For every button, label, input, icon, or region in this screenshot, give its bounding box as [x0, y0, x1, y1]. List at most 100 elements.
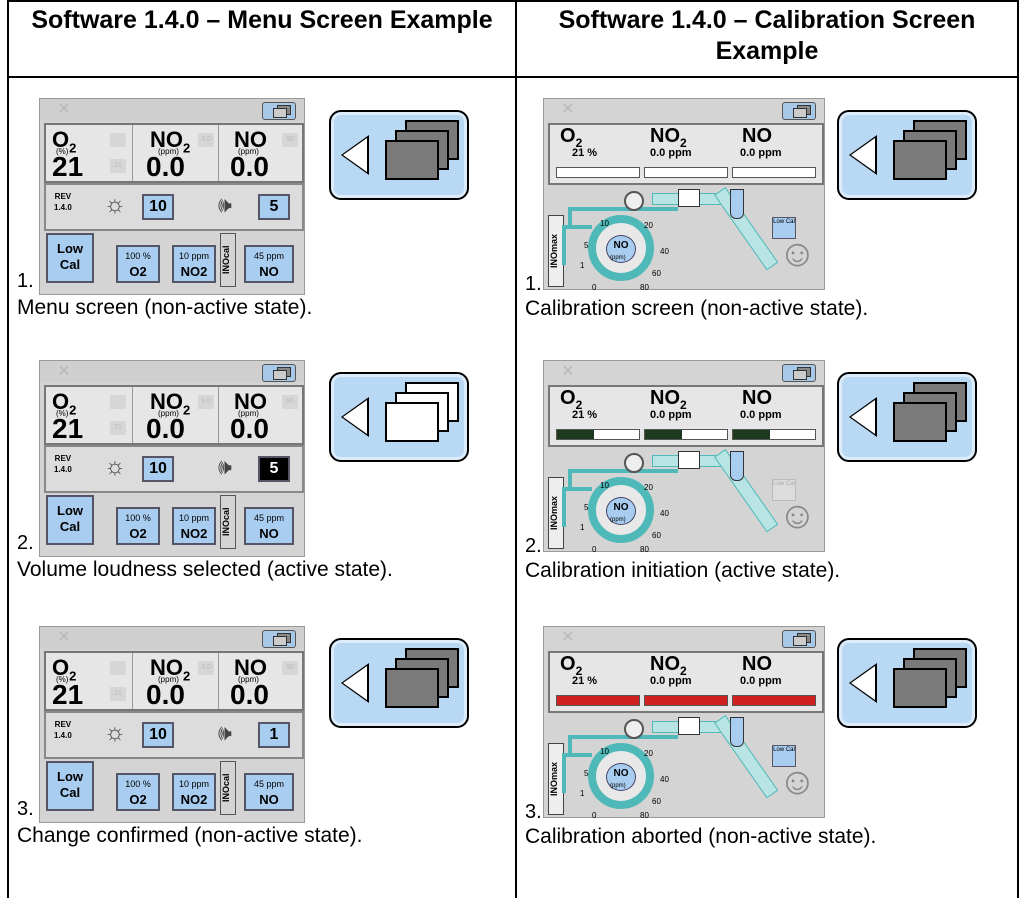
low-cal-button[interactable]: Low Cal [46, 233, 94, 283]
low-cal-button[interactable]: Low Cal [46, 495, 94, 545]
no-cal-button[interactable]: 45 ppm NO [244, 245, 294, 283]
bar-fill [645, 696, 727, 705]
btn-label: 100 % [125, 513, 151, 523]
dial-tick-label: 0 [592, 283, 597, 292]
calibration-progress-bar [556, 695, 640, 706]
btn-label: 45 ppm [253, 779, 285, 789]
brightness-value[interactable]: 10 [142, 456, 174, 482]
screen-menu-button [782, 630, 816, 648]
injector-module [678, 189, 700, 207]
menu-toggle-icon [837, 638, 977, 728]
volume-value[interactable]: 5 [258, 194, 290, 220]
no2-cal-button[interactable]: 10 ppm NO2 [172, 773, 216, 811]
no2-cal-button[interactable]: 10 ppm NO2 [172, 507, 216, 545]
no-value: 0.0 [230, 413, 269, 444]
example-caption: Menu screen (non-active state). [17, 296, 313, 319]
menu-toggle-icon [837, 372, 977, 462]
speaker-icon: 🕪 [218, 720, 232, 745]
menu-screen-example: ✕ O2 (%) 21 21 NO2 (ppm) 0.0 3.0 NO (ppm) 0.0 90 REV 1… [39, 360, 305, 557]
calibration-progress-bar [644, 429, 728, 440]
example-caption: Calibration aborted (non-active state). [525, 825, 877, 848]
calibration-progress-bar [732, 429, 816, 440]
calibration-examples-column: ✕ O2 21 % NO2 0.0 ppm NO 0.0 ppm INOmax NO (ppm) 1… [517, 78, 1017, 898]
menu-toggle-icon [329, 372, 469, 462]
dial-tick-label: 80 [640, 283, 649, 292]
o2-limit-high [110, 395, 126, 409]
card-front-icon [273, 636, 287, 646]
o2-limit-low: 21 [110, 687, 126, 701]
no-limit: 90 [282, 133, 298, 147]
revision-label: REV 1.4.0 [54, 191, 72, 213]
low-cal-button[interactable]: Low Cal [46, 761, 94, 811]
example-number: 2. [17, 532, 34, 554]
close-icon: ✕ [561, 101, 575, 118]
card-front-icon [793, 370, 807, 380]
no2-value: 0.0 ppm [650, 409, 692, 421]
inocal-label: INOcal [220, 233, 236, 287]
rev-value: 1.4.0 [54, 203, 72, 212]
calibration-progress-bar [556, 167, 640, 178]
rev-value: 1.4.0 [54, 731, 72, 740]
comparison-table: Software 1.4.0 – Menu Screen Example Sof… [7, 0, 1019, 898]
supply-line [562, 753, 592, 757]
no-value: 0.0 [230, 151, 269, 182]
brightness-icon: ☼ [104, 719, 126, 746]
dial-tick-label: 5 [584, 769, 589, 778]
patient-icon: ☺ [778, 233, 817, 275]
speaker-icon: 🕪 [218, 454, 232, 479]
o2-value: 21 [52, 679, 84, 710]
dial-unit: (ppm) [610, 517, 626, 523]
no-cell: NO (ppm) 0.0 90 [218, 387, 302, 444]
calibration-row: Low Cal 100 % O2 10 ppm NO2 INOcal 45 ppm NO [44, 231, 300, 289]
revision-label: REV 1.4.0 [54, 453, 72, 475]
no2-limit: 3.0 [198, 661, 214, 675]
left-column-header: Software 1.4.0 – Menu Screen Example [7, 0, 517, 78]
volume-value[interactable]: 1 [258, 722, 290, 748]
btn-label: 10 ppm [178, 779, 210, 789]
gas-readings: O2 21 % NO2 0.0 ppm NO 0.0 ppm [548, 123, 824, 185]
arrow-left-icon [343, 400, 367, 434]
brightness-icon: ☼ [104, 453, 126, 480]
dial-tick-label: 80 [640, 545, 649, 554]
volume-value[interactable]: 5 [258, 456, 290, 482]
gas-readings: O2 (%) 21 21 NO2 (ppm) 0.0 3.0 NO (ppm) 0.0 90 [44, 651, 304, 711]
card-front-icon [273, 370, 287, 380]
no2-cal-button[interactable]: 10 ppm NO2 [172, 245, 216, 283]
no2-value: 0.0 [146, 413, 185, 444]
rev-value: 1.4.0 [54, 465, 72, 474]
arrow-left-icon [343, 138, 367, 172]
arrow-left-icon [851, 138, 875, 172]
card-front-icon [273, 108, 287, 118]
btn-label: 45 ppm [253, 513, 285, 523]
water-trap [730, 189, 744, 219]
no-cal-button[interactable]: 45 ppm NO [244, 773, 294, 811]
dial-tick-label: 10 [600, 481, 609, 490]
menu-toggle-icon [329, 638, 469, 728]
o2-value: 21 % [572, 409, 598, 421]
no-cal-button[interactable]: 45 ppm NO [244, 507, 294, 545]
gas-readings: O2 (%) 21 21 NO2 (ppm) 0.0 3.0 NO (ppm) 0.0 90 [44, 385, 304, 445]
supply-line [562, 225, 592, 229]
brightness-value[interactable]: 10 [142, 722, 174, 748]
no2-cell: NO2 (ppm) 0.0 3.0 [132, 125, 219, 182]
o2-cal-button[interactable]: 100 % O2 [116, 245, 160, 283]
brightness-value[interactable]: 10 [142, 194, 174, 220]
o2-value: 21 % [572, 675, 598, 687]
o2-cal-button[interactable]: 100 % O2 [116, 773, 160, 811]
document-page: Software 1.4.0 – Menu Screen Example Sof… [0, 0, 1021, 899]
dial-tick-label: 5 [584, 241, 589, 250]
close-icon: ✕ [57, 101, 71, 118]
o2-cal-button[interactable]: 100 % O2 [116, 507, 160, 545]
settings-row: REV 1.4.0 ☼ 10 🕪 5 [44, 445, 304, 493]
close-icon: ✕ [561, 629, 575, 646]
supply-line [562, 225, 566, 265]
example-caption: Change confirmed (non-active state). [17, 824, 363, 847]
o2-limit-high [110, 661, 126, 675]
ventilator-line [568, 207, 572, 227]
ventilator-line [568, 469, 572, 489]
o2-value: 21 % [572, 147, 598, 159]
dial-gas: NO [613, 502, 629, 513]
flow-sensor-icon [624, 191, 644, 211]
close-icon: ✕ [57, 629, 71, 646]
right-column-header: Software 1.4.0 – Calibration Screen Exam… [515, 0, 1019, 78]
